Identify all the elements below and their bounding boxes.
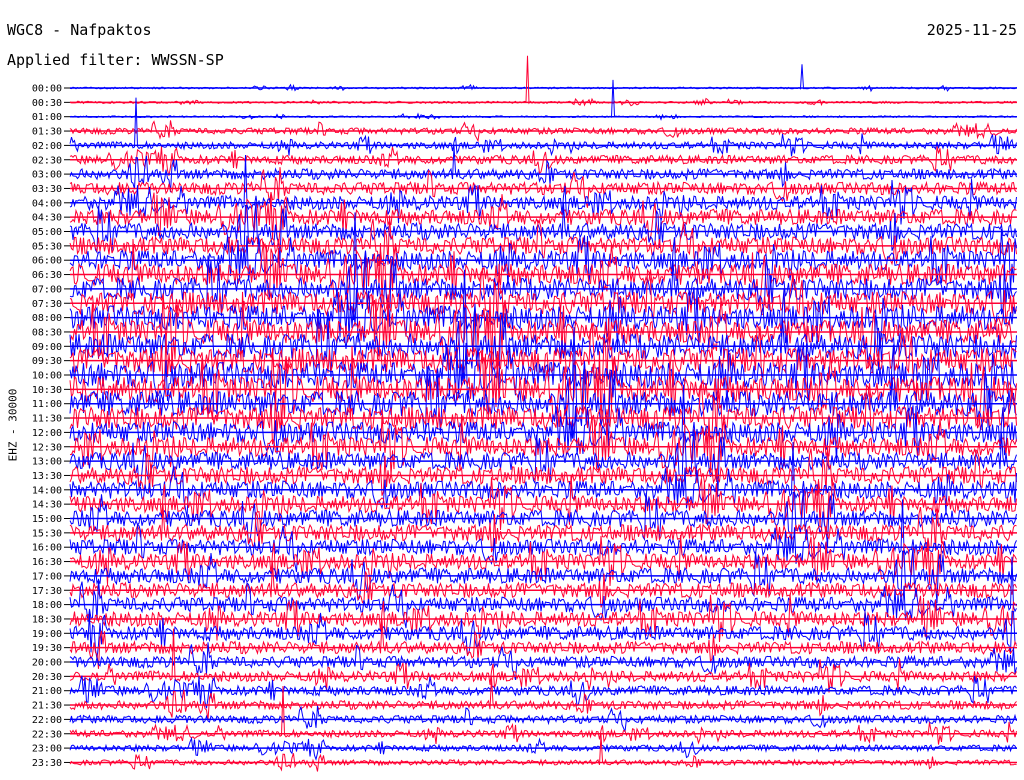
seismic-trace <box>69 562 1017 608</box>
seismic-trace <box>69 154 1017 225</box>
row-label: 12:30 <box>32 442 62 453</box>
row-label: 02:30 <box>32 155 62 166</box>
row-label: 17:00 <box>32 571 62 582</box>
row-label: 06:30 <box>32 270 62 281</box>
row-label: 18:00 <box>32 600 62 611</box>
row-label: 15:00 <box>32 514 62 525</box>
row-label: 23:30 <box>32 758 62 769</box>
row-label: 22:00 <box>32 715 62 726</box>
row-label: 15:30 <box>32 528 62 539</box>
seismic-trace <box>69 146 1017 193</box>
row-label: 03:00 <box>32 170 62 181</box>
row-label: 22:30 <box>32 729 62 740</box>
seismic-trace <box>69 79 1017 121</box>
seismic-trace <box>69 736 1017 762</box>
row-label: 05:30 <box>32 241 62 252</box>
row-label: 13:30 <box>32 471 62 482</box>
row-label: 19:00 <box>32 629 62 640</box>
row-label: 11:30 <box>32 414 62 425</box>
row-label: 17:30 <box>32 586 62 597</box>
row-label: 01:30 <box>32 127 62 138</box>
row-label: 13:00 <box>32 457 62 468</box>
seismic-trace <box>69 215 1017 274</box>
row-label: 12:00 <box>32 428 62 439</box>
row-label: 11:00 <box>32 399 62 410</box>
row-label: 09:30 <box>32 356 62 367</box>
row-label: 14:30 <box>32 500 62 511</box>
seismic-trace <box>69 475 1017 535</box>
seismic-trace <box>69 504 1017 553</box>
seismic-trace <box>69 55 1017 107</box>
row-label: 05:00 <box>32 227 62 238</box>
seismic-trace <box>69 64 1017 93</box>
row-label: 06:00 <box>32 256 62 267</box>
row-label: 14:00 <box>32 485 62 496</box>
row-label: 07:30 <box>32 299 62 310</box>
row-label: 19:30 <box>32 643 62 654</box>
row-label: 20:00 <box>32 658 62 669</box>
row-label: 00:30 <box>32 98 62 109</box>
seismic-trace <box>69 685 1017 745</box>
row-label: 16:00 <box>32 543 62 554</box>
row-label: 16:30 <box>32 557 62 568</box>
seismic-trace <box>69 97 1017 157</box>
helicorder-plot: 00:00 00:30 01:00 01:30 02:00 02:30 03:00 03:30… <box>32 55 1017 772</box>
row-label: 04:00 <box>32 198 62 209</box>
row-label: 20:30 <box>32 672 62 683</box>
row-label: 09:00 <box>32 342 62 353</box>
row-label: 21:00 <box>32 686 62 697</box>
row-label: 04:30 <box>32 213 62 224</box>
row-label: 03:30 <box>32 184 62 195</box>
row-label: 00:00 <box>32 84 62 95</box>
row-label: 10:00 <box>32 371 62 382</box>
row-label: 08:30 <box>32 327 62 338</box>
row-label: 10:30 <box>32 385 62 396</box>
row-label: 08:00 <box>32 313 62 324</box>
row-label: 02:00 <box>32 141 62 152</box>
seismic-trace <box>69 414 1017 482</box>
row-label: 01:00 <box>32 112 62 123</box>
row-label: 18:30 <box>32 614 62 625</box>
row-label: 23:00 <box>32 744 62 755</box>
row-label: 07:00 <box>32 284 62 295</box>
row-label: 21:30 <box>32 701 62 712</box>
